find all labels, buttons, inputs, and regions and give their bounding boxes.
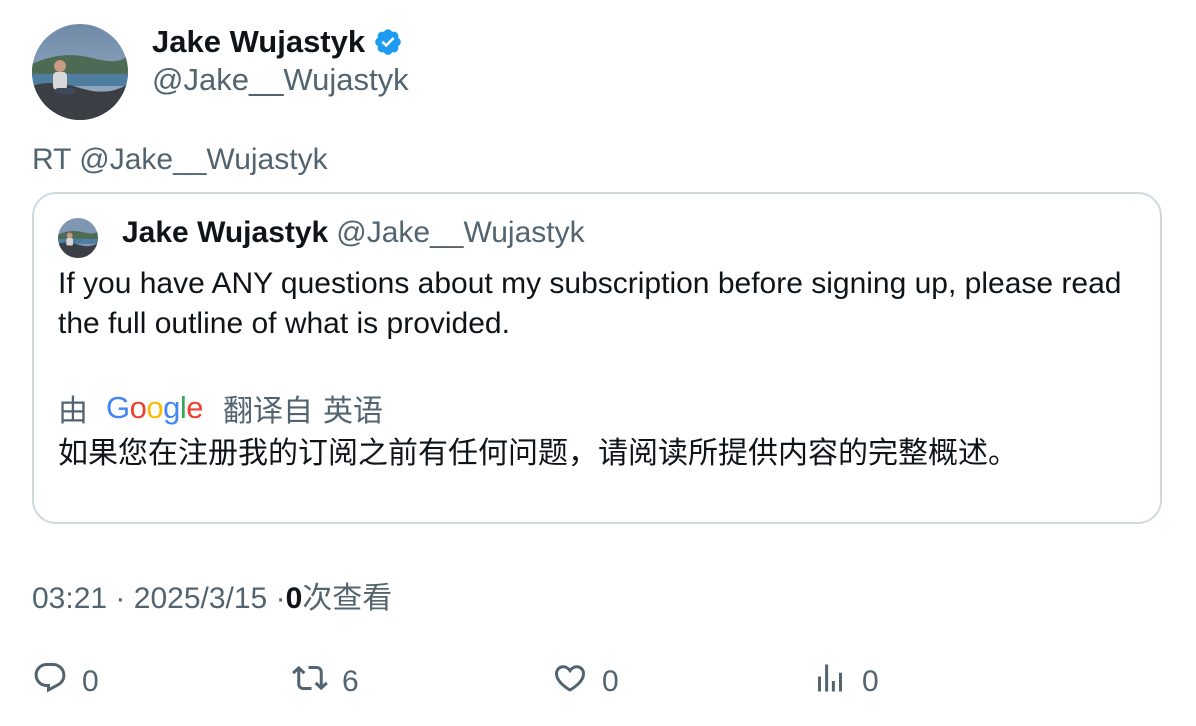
tweet-meta: 03:21 · 2025/3/15 ·0次查看 <box>32 573 392 617</box>
heart-icon <box>552 660 588 704</box>
tweet-date[interactable]: 2025/3/15 <box>134 582 267 615</box>
author-block: Jake Wujastyk @Jake__Wujastyk <box>152 22 409 98</box>
quoted-tweet-card[interactable]: Jake Wujastyk @Jake__Wujastyk If you hav… <box>32 192 1162 524</box>
views-button[interactable]: 0 <box>812 660 879 704</box>
author-handle[interactable]: @Jake__Wujastyk <box>152 62 409 98</box>
reply-button[interactable]: 0 <box>32 660 99 704</box>
quote-header: Jake Wujastyk @Jake__Wujastyk <box>122 216 585 250</box>
views-label: 次查看 <box>302 582 393 615</box>
reply-icon <box>32 660 68 704</box>
google-logo: Google <box>106 390 204 425</box>
action-bar: 0 6 0 0 <box>32 660 1162 704</box>
analytics-icon <box>812 660 848 704</box>
quote-text: If you have ANY questions about my subsc… <box>58 267 1122 340</box>
author-avatar[interactable] <box>32 24 128 120</box>
translation-attribution: 由 Google 翻译自 英语 <box>58 386 383 430</box>
meta-separator: · <box>275 582 286 615</box>
translation-language: 英语 <box>323 395 384 428</box>
views-count: 0 <box>862 665 879 698</box>
view-count: 0 <box>285 582 303 615</box>
retweet-text: RT @Jake__Wujastyk <box>32 143 328 176</box>
like-button[interactable]: 0 <box>552 660 619 704</box>
verified-badge-icon <box>373 27 403 57</box>
retweet-count: 6 <box>342 665 359 698</box>
translation-by: 由 <box>58 395 88 428</box>
like-count: 0 <box>602 665 619 698</box>
reply-count: 0 <box>82 665 99 698</box>
tweet-time[interactable]: 03:21 <box>32 582 107 615</box>
meta-separator: · <box>115 582 126 615</box>
author-name[interactable]: Jake Wujastyk <box>152 24 365 60</box>
quote-author-handle[interactable]: @Jake__Wujastyk <box>336 216 584 250</box>
quote-author-avatar[interactable] <box>58 218 98 258</box>
quote-author-name[interactable]: Jake Wujastyk <box>122 216 328 250</box>
retweet-button[interactable]: 6 <box>292 660 359 704</box>
translation-from: 翻译自 <box>223 395 314 428</box>
retweet-icon <box>292 660 328 704</box>
translated-text: 如果您在注册我的订阅之前有任何问题，请阅读所提供内容的完整概述。 <box>58 437 1018 470</box>
